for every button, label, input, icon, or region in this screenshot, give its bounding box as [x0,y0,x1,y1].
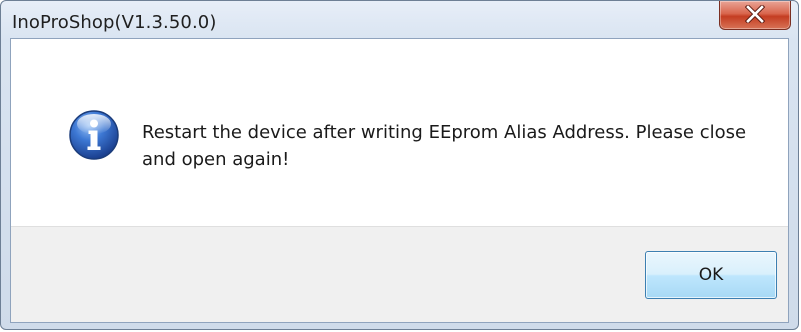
ok-button[interactable]: OK [645,251,777,299]
title-bar[interactable]: InoProShop(V1.3.50.0) [1,1,798,39]
close-button[interactable] [719,1,791,30]
message-area: Restart the device after writing EEprom … [11,39,788,226]
button-bar: OK [11,226,788,322]
window-title: InoProShop(V1.3.50.0) [12,12,217,33]
message-dialog: InoProShop(V1.3.50.0) Restart the device… [0,0,799,330]
info-icon [69,110,119,160]
message-text: Restart the device after writing EEprom … [142,122,747,170]
close-icon [745,5,765,24]
dialog-content: Restart the device after writing EEprom … [10,38,789,323]
